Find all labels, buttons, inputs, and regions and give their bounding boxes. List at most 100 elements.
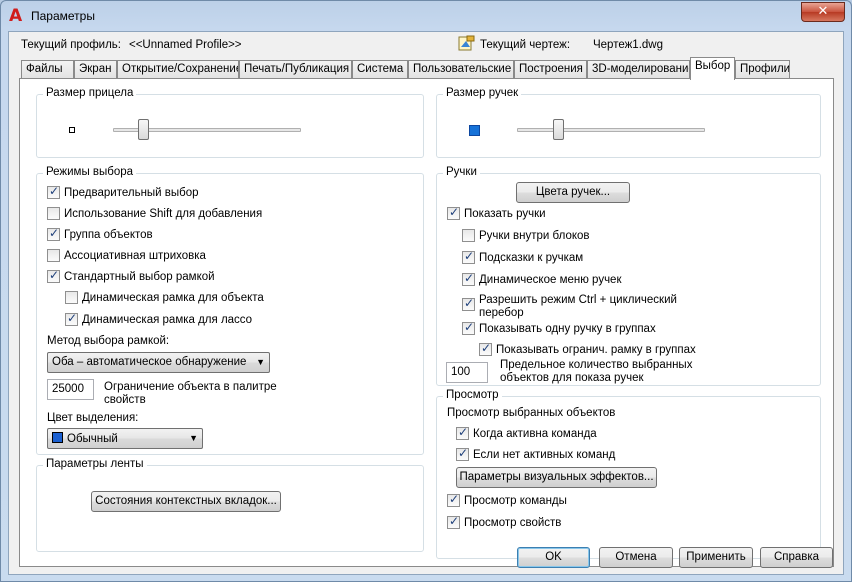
tab-drafting[interactable]: Построения (514, 60, 587, 79)
checkbox-shift-to-add[interactable]: Использование Shift для добавления (47, 207, 262, 220)
checkbox-label: Группа объектов (64, 228, 153, 241)
checkbox-bounding-box-groups[interactable]: Показывать огранич. рамку в группах (479, 341, 696, 356)
object-limit-input[interactable]: 25000 (47, 379, 94, 400)
tab-files[interactable]: Файлы (21, 60, 74, 79)
pickbox-preview (69, 127, 75, 133)
checkbox-box[interactable] (47, 184, 60, 199)
checkbox-box[interactable] (65, 291, 78, 304)
checkbox-label: Использование Shift для добавления (64, 207, 263, 220)
grip-size-group: Размер ручек (436, 87, 821, 158)
title-bar[interactable]: A Параметры ✕ (1, 1, 851, 31)
checkbox-lasso-window-dynamic[interactable]: Динамическая рамка для лассо (65, 311, 253, 326)
checkbox-preview-command-active[interactable]: Когда активна команда (456, 425, 597, 440)
cancel-button[interactable]: Отмена (599, 547, 673, 568)
checkbox-object-window-dynamic[interactable]: Динамическая рамка для объекта (65, 291, 264, 304)
checkbox-label: Если нет активных команд (473, 448, 616, 461)
color-swatch (52, 432, 63, 443)
grip-size-slider-thumb[interactable] (553, 119, 565, 140)
checkbox-grip-tips[interactable]: Подсказки к ручкам (462, 249, 583, 264)
checkbox-box[interactable] (47, 249, 60, 262)
pickbox-size-title: Размер прицела (43, 87, 137, 99)
checkbox-grips-in-blocks[interactable]: Ручки внутри блоков (462, 229, 590, 242)
checkbox-show-grips[interactable]: Показать ручки (447, 205, 546, 220)
close-button[interactable]: ✕ (801, 2, 845, 22)
tab-profiles[interactable]: Профили (735, 60, 790, 79)
checkbox-box[interactable] (65, 311, 78, 326)
checkbox-box[interactable] (47, 226, 60, 241)
grip-object-limit-input[interactable]: 100 (446, 362, 488, 383)
dialog-body: Текущий профиль: <<Unnamed Profile>> Тек… (8, 31, 844, 575)
checkbox-box[interactable] (462, 271, 475, 286)
tab-system[interactable]: Система (352, 60, 408, 79)
selection-color-dropdown[interactable]: Обычный ▼ (47, 428, 203, 449)
help-button[interactable]: Справка (760, 547, 833, 568)
checkbox-box[interactable] (462, 229, 475, 242)
checkbox-label-line2: перебор (479, 307, 524, 319)
tab-plot-publish[interactable]: Печать/Публикация (239, 60, 352, 79)
checkbox-property-preview[interactable]: Просмотр свойств (447, 514, 562, 529)
checkbox-label: Предварительный выбор (64, 186, 199, 199)
grip-size-preview (469, 125, 480, 136)
checkbox-dynamic-grip-menu[interactable]: Динамическое меню ручек (462, 271, 621, 286)
checkbox-label: Динамическая рамка для лассо (82, 313, 253, 326)
pickbox-slider-thumb[interactable] (138, 119, 150, 140)
checkbox-preview-no-command[interactable]: Если нет активных команд (456, 446, 616, 461)
checkbox-object-grouping[interactable]: Группа объектов (47, 226, 153, 241)
grip-object-limit-label-line2: объектов для показа ручек (500, 372, 644, 384)
selection-color-value: Обычный (67, 433, 118, 445)
checkbox-box[interactable] (456, 446, 469, 461)
checkbox-box[interactable] (47, 268, 60, 283)
selection-color-label: Цвет выделения: (47, 412, 139, 424)
window-method-dropdown[interactable]: Оба – автоматическое обнаружение ▼ (47, 352, 270, 373)
current-profile-label: Текущий профиль: (21, 39, 121, 51)
checkbox-single-grip-groups[interactable]: Показывать одну ручку в группах (462, 320, 656, 335)
checkbox-implied-windowing[interactable]: Стандартный выбор рамкой (47, 268, 215, 283)
preview-group: Просмотр Просмотр выбранных объектов Ког… (436, 389, 821, 559)
ribbon-options-title: Параметры ленты (43, 458, 147, 470)
selection-modes-title: Режимы выбора (43, 166, 137, 178)
tab-3d-modeling[interactable]: 3D-моделирование (587, 60, 690, 79)
checkbox-label: Просмотр команды (464, 494, 567, 507)
window-method-label: Метод выбора рамкой: (47, 335, 170, 347)
current-profile-value: <<Unnamed Profile>> (129, 39, 242, 51)
checkbox-associative-hatch[interactable]: Ассоциативная штриховка (47, 249, 206, 262)
chevron-down-icon: ▼ (189, 433, 198, 443)
apply-button[interactable]: Применить (679, 547, 753, 568)
checkbox-box[interactable] (462, 249, 475, 264)
checkbox-command-preview[interactable]: Просмотр команды (447, 492, 567, 507)
checkbox-box[interactable] (447, 514, 460, 529)
tab-selection[interactable]: Выбор (690, 57, 735, 80)
tab-open-save[interactable]: Открытие/Сохранение (117, 60, 239, 79)
object-limit-label-line2: свойств (104, 394, 146, 406)
visual-effects-settings-button[interactable]: Параметры визуальных эффектов... (456, 467, 657, 488)
tab-display[interactable]: Экран (74, 60, 117, 79)
checkbox-box[interactable] (447, 492, 460, 507)
grip-size-slider-track[interactable] (517, 128, 705, 132)
preview-title: Просмотр (443, 389, 502, 401)
selection-tab-panel: Размер прицела Размер ручек Режимы выбор… (19, 78, 834, 567)
window-method-value: Оба – автоматическое обнаружение (52, 356, 247, 368)
grip-colors-button[interactable]: Цвета ручек... (516, 182, 630, 203)
checkbox-box[interactable] (462, 296, 475, 311)
checkbox-box[interactable] (447, 205, 460, 220)
tab-user-preferences[interactable]: Пользовательские (408, 60, 514, 79)
contextual-tab-states-button[interactable]: Состояния контекстных вкладок... (91, 491, 281, 512)
checkbox-noun-verb-selection[interactable]: Предварительный выбор (47, 184, 199, 199)
checkbox-ctrl-cycling[interactable]: Разрешить режим Ctrl + циклическийперебо… (462, 294, 677, 320)
ribbon-options-group: Параметры ленты Состояния контекстных вк… (36, 458, 424, 552)
current-drawing-label: Текущий чертеж: (480, 39, 571, 51)
options-dialog: A Параметры ✕ Текущий профиль: <<Unnamed… (0, 0, 852, 582)
checkbox-box[interactable] (47, 207, 60, 220)
current-drawing-value: Чертеж1.dwg (593, 39, 663, 51)
checkbox-label: Показать ручки (464, 207, 546, 220)
checkbox-box[interactable] (462, 320, 475, 335)
checkbox-label: Просмотр свойств (464, 516, 562, 529)
object-limit-label: Ограничение объекта в палитре (104, 381, 277, 393)
checkbox-box[interactable] (479, 341, 492, 356)
selection-modes-group: Режимы выбора Предварительный выбор Испо… (36, 166, 424, 455)
checkbox-label: Разрешить режим Ctrl + циклический перебо… (479, 294, 677, 320)
checkbox-box[interactable] (456, 425, 469, 440)
checkbox-label: Показывать одну ручку в группах (479, 322, 656, 335)
pickbox-size-group: Размер прицела (36, 87, 424, 158)
ok-button[interactable]: OK (517, 547, 590, 568)
